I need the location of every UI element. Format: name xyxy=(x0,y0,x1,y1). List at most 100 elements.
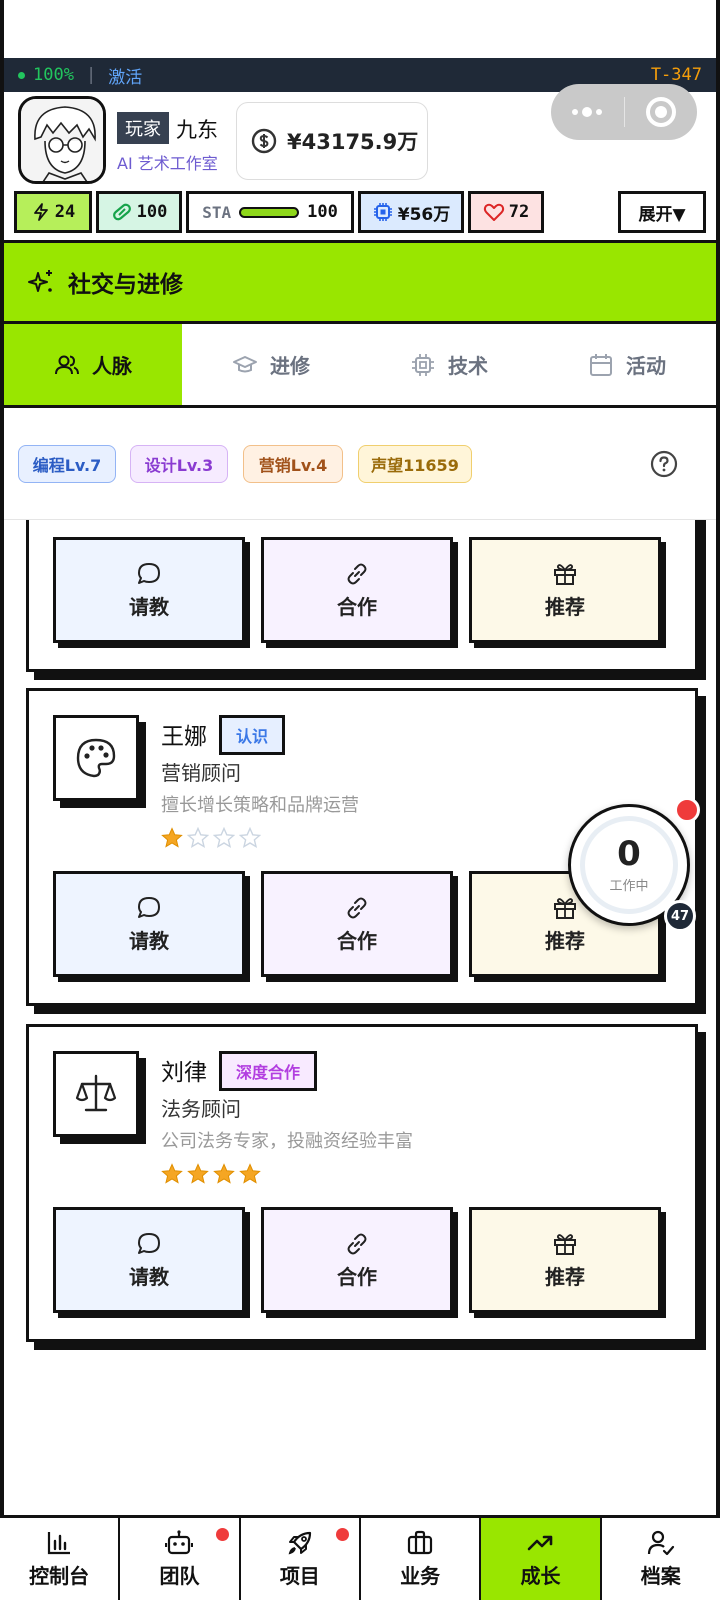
target-icon xyxy=(645,97,676,127)
bar-chart-icon xyxy=(48,1532,71,1555)
ask-button[interactable]: 请教 xyxy=(53,1207,245,1313)
ask-button[interactable]: 请教 xyxy=(53,537,245,643)
working-label: 工作中 xyxy=(609,878,649,894)
star-empty-icon xyxy=(213,827,235,849)
nav-label: 成长 xyxy=(520,1564,561,1588)
recommend-label: 推荐 xyxy=(545,928,585,953)
nav-profile[interactable]: 档案 xyxy=(602,1518,720,1600)
scale-icon xyxy=(75,1074,117,1112)
contact-icon-box xyxy=(53,715,139,801)
activate-link[interactable]: 激活 xyxy=(108,63,142,88)
stamina-label: STA xyxy=(202,202,232,222)
cooperate-button[interactable]: 合作 xyxy=(261,871,453,977)
battery-level: 100% xyxy=(33,65,74,85)
lightning-icon xyxy=(33,203,48,221)
recommend-label: 推荐 xyxy=(545,594,585,619)
ask-label: 请教 xyxy=(129,1264,169,1289)
nav-label: 业务 xyxy=(400,1564,441,1588)
star-filled-icon xyxy=(161,1163,183,1184)
reputation-badge: 声望11659 xyxy=(358,445,472,483)
work-status-ring: 0 工作中 xyxy=(580,816,678,914)
contact-icon-box xyxy=(53,1051,139,1137)
contact-name: 刘律 xyxy=(161,1060,207,1086)
nav-team[interactable]: 团队 xyxy=(120,1518,241,1600)
skill-level-bar: 编程Lv.7 设计Lv.3 营销Lv.4 声望11659 xyxy=(4,408,716,520)
gift-icon xyxy=(554,563,576,585)
nav-projects[interactable]: 项目 xyxy=(241,1518,361,1600)
chat-bubble-icon xyxy=(138,1232,160,1254)
ask-button[interactable]: 请教 xyxy=(53,871,245,977)
cooperate-button[interactable]: 合作 xyxy=(261,537,453,643)
tab-label: 人脉 xyxy=(92,354,132,378)
palette-icon xyxy=(76,738,116,778)
recommend-button[interactable]: 推荐 xyxy=(469,537,661,643)
tab-tech[interactable]: 技术 xyxy=(360,324,538,405)
compute-stat: ¥56万 xyxy=(358,191,464,233)
tab-study[interactable]: 进修 xyxy=(182,324,360,405)
ask-label: 请教 xyxy=(129,594,169,619)
skill-badge-design: 设计Lv.3 xyxy=(130,445,228,483)
card-actions: 请教 合作 推荐 xyxy=(53,871,661,977)
contact-description: 公司法务专家，投融资经验丰富 xyxy=(161,1131,413,1152)
money-amount: ¥43175.9万 xyxy=(287,130,419,154)
close-miniprogram-button[interactable] xyxy=(625,84,698,140)
briefcase-icon xyxy=(408,1530,433,1555)
rocket-icon xyxy=(288,1531,311,1555)
calendar-icon xyxy=(590,353,612,376)
bottom-nav: 控制台 团队 项目 业务 成长 档案 xyxy=(0,1515,720,1600)
nav-growth[interactable]: 成长 xyxy=(481,1518,602,1600)
link-icon xyxy=(347,897,367,918)
star-empty-icon xyxy=(187,827,209,849)
dollar-coin-icon xyxy=(251,128,277,154)
sparkles-icon xyxy=(28,270,52,292)
tab-label: 活动 xyxy=(626,354,666,378)
user-check-icon xyxy=(647,1530,674,1556)
card-actions: 请教 合作 推荐 xyxy=(53,537,661,643)
tab-label: 进修 xyxy=(270,354,310,378)
energy-stat: 24 xyxy=(14,191,92,233)
star-filled-icon xyxy=(213,1163,235,1184)
nav-dashboard[interactable]: 控制台 xyxy=(0,1518,121,1600)
relation-tag: 认识 xyxy=(219,715,286,755)
miniprogram-capsule xyxy=(551,84,697,140)
users-icon xyxy=(55,355,79,374)
avatar[interactable] xyxy=(18,96,106,184)
mood-value: 72 xyxy=(508,202,530,222)
cooperate-label: 合作 xyxy=(337,928,377,953)
star-empty-icon xyxy=(239,827,261,849)
link-icon xyxy=(347,563,367,584)
more-dots-icon xyxy=(572,107,603,117)
nav-label: 档案 xyxy=(640,1564,681,1588)
trending-up-icon xyxy=(528,1535,553,1551)
nav-label: 控制台 xyxy=(29,1564,90,1588)
expand-button[interactable]: 展开▼ xyxy=(618,191,706,233)
recommend-button[interactable]: 推荐 xyxy=(469,1207,661,1313)
stamina-bar xyxy=(239,206,300,218)
star-filled-icon xyxy=(187,1163,209,1184)
studio-name: AI 艺术工作室 xyxy=(117,154,218,173)
section-header: 社交与进修 xyxy=(4,240,716,324)
skill-badge-marketing: 营销Lv.4 xyxy=(243,445,343,483)
contact-role: 法务顾问 xyxy=(161,1097,241,1121)
notification-dot xyxy=(215,1528,229,1541)
tab-events[interactable]: 活动 xyxy=(538,324,716,405)
chat-bubble-icon xyxy=(138,896,160,918)
robot-icon xyxy=(165,1530,194,1555)
nav-business[interactable]: 业务 xyxy=(361,1518,482,1600)
health-value: 100 xyxy=(136,202,168,222)
stamina-value: 100 xyxy=(307,202,338,222)
role-badge: 玩家 xyxy=(117,112,169,144)
more-button[interactable] xyxy=(551,84,624,140)
rating-stars xyxy=(161,1163,261,1185)
money-display[interactable]: ¥43175.9万 xyxy=(236,102,428,180)
tab-network[interactable]: 人脉 xyxy=(4,324,182,405)
help-icon[interactable] xyxy=(650,450,678,478)
contact-card: 刘律 深度合作 法务顾问 公司法务专家，投融资经验丰富 请教 合作 推荐 xyxy=(26,1024,698,1342)
rating-stars xyxy=(161,827,261,849)
card-actions: 请教 合作 推荐 xyxy=(53,1207,661,1313)
compute-value: ¥56万 xyxy=(397,204,451,225)
contact-role: 营销顾问 xyxy=(161,761,241,785)
section-title: 社交与进修 xyxy=(68,272,183,298)
cooperate-button[interactable]: 合作 xyxy=(261,1207,453,1313)
gift-icon xyxy=(554,1233,576,1255)
